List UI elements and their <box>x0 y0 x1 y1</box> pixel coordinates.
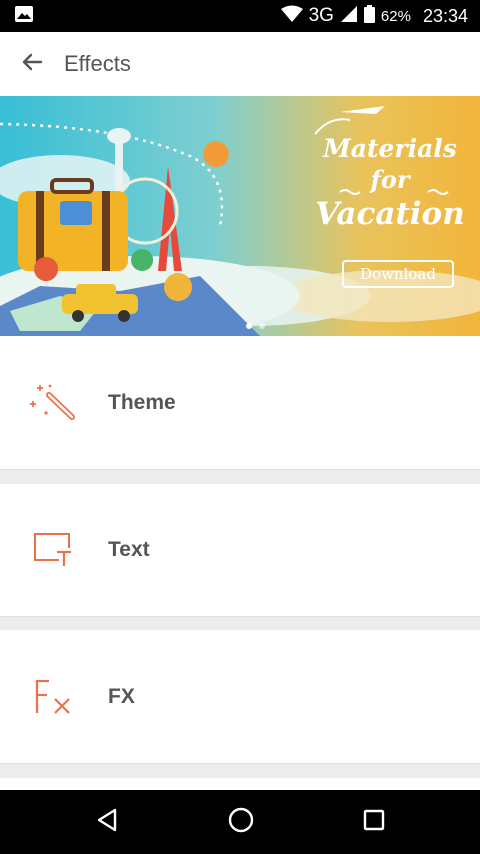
menu-item-text[interactable]: Text <box>0 484 480 617</box>
carousel-dot-2[interactable] <box>259 323 265 329</box>
clock: 23:34 <box>422 5 468 26</box>
carousel-dot-1[interactable] <box>246 323 252 329</box>
menu-item-label: Theme <box>108 390 176 414</box>
image-notification-icon <box>14 5 34 28</box>
cell-signal-icon <box>340 5 358 28</box>
status-indicators: 3G 62% 23:34 <box>280 4 468 28</box>
wifi-icon <box>280 5 303 28</box>
status-bar: 3G 62% 23:34 <box>0 0 480 32</box>
banner-line-2: for <box>370 165 410 194</box>
menu-item-label: Text <box>108 538 150 561</box>
arrow-left-icon <box>20 50 44 79</box>
menu-item-label: FX <box>108 684 135 708</box>
fx-icon <box>0 679 108 715</box>
network-type: 3G <box>308 5 334 26</box>
back-button[interactable] <box>0 32 64 96</box>
system-nav-bar <box>0 790 480 854</box>
app-bar: Effects <box>0 32 480 96</box>
menu-item-fx[interactable]: FX <box>0 630 480 764</box>
menu-item-partial <box>0 778 480 790</box>
text-box-icon <box>0 532 108 568</box>
download-button[interactable]: Download <box>342 260 454 288</box>
back-triangle-icon[interactable] <box>94 807 120 838</box>
banner-line-3: Vacation <box>315 196 465 232</box>
magic-wand-icon <box>0 383 108 423</box>
promo-banner[interactable]: Materials for Vacation Download <box>0 96 480 336</box>
home-circle-icon[interactable] <box>227 806 255 839</box>
recents-square-icon[interactable] <box>362 808 386 837</box>
menu-item-theme[interactable]: Theme <box>0 336 480 470</box>
banner-headline: Materials for Vacation <box>310 134 470 232</box>
page-title: Effects <box>64 51 131 76</box>
battery-percent: 62% <box>380 7 411 25</box>
battery-icon <box>363 4 375 28</box>
banner-line-1: Materials <box>323 134 457 163</box>
carousel-indicator <box>246 323 265 329</box>
